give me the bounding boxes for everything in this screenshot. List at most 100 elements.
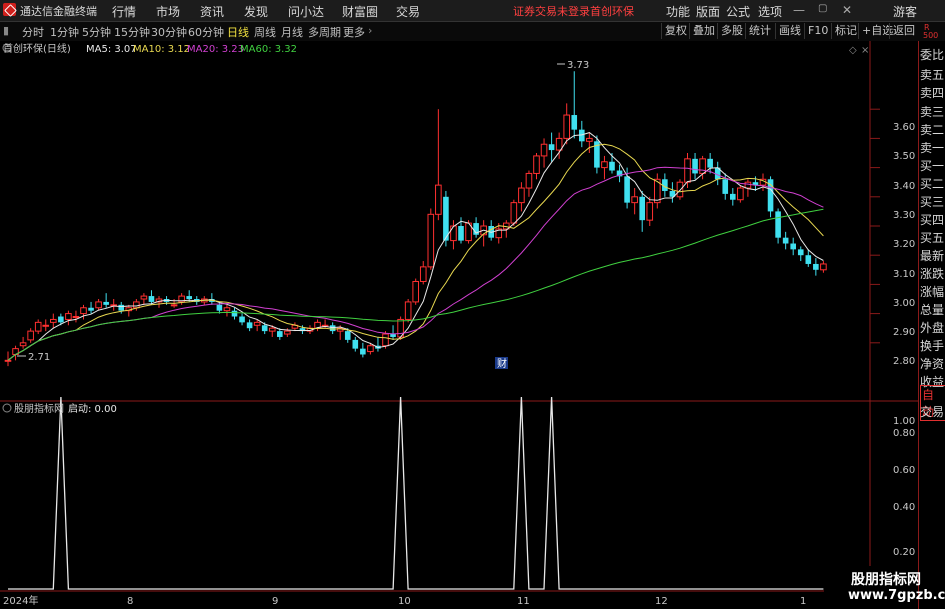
- candle-body[interactable]: [692, 158, 698, 174]
- toolbar-huaxian[interactable]: 画线: [775, 23, 804, 39]
- sidebar-item-mai4[interactable]: 卖四: [920, 84, 944, 101]
- candle-body[interactable]: [118, 304, 125, 311]
- candle-body[interactable]: [737, 187, 744, 201]
- menu-item-faxian[interactable]: 发现: [244, 3, 268, 20]
- candle-body[interactable]: [148, 296, 155, 302]
- sidebar-item-volume[interactable]: 总量: [920, 301, 944, 318]
- menu-item-gongneng[interactable]: 功能: [666, 3, 690, 20]
- candle-body[interactable]: [820, 263, 827, 271]
- sidebar-item-net-asset[interactable]: 净资: [920, 355, 944, 372]
- period-tab-1min[interactable]: 1分钟: [50, 24, 79, 40]
- toolbar-f10[interactable]: F10: [804, 23, 831, 39]
- dropdown-icon[interactable]: ▮: [3, 24, 9, 37]
- period-tab-fenshi[interactable]: 分时: [22, 24, 44, 40]
- sidebar-item-weibi[interactable]: 委比: [920, 46, 944, 63]
- candle-body[interactable]: [510, 202, 518, 224]
- sidebar-item-buy4[interactable]: 买四: [920, 211, 944, 228]
- candle-body[interactable]: [518, 187, 525, 204]
- period-tab-multi[interactable]: 多周期: [308, 24, 341, 40]
- menu-item-gongshi[interactable]: 公式: [726, 3, 750, 20]
- period-tab-60min[interactable]: 60分钟: [188, 24, 224, 40]
- candle-body[interactable]: [404, 301, 412, 320]
- candle-body[interactable]: [646, 202, 654, 221]
- menu-item-wenxiaoda[interactable]: 问小达: [288, 3, 324, 20]
- candle-body[interactable]: [390, 334, 396, 337]
- candle-body[interactable]: [268, 327, 276, 332]
- candle-body[interactable]: [563, 114, 571, 139]
- candle-body[interactable]: [88, 307, 94, 311]
- candle-body[interactable]: [253, 321, 261, 326]
- candle-body[interactable]: [805, 255, 812, 264]
- candle-body[interactable]: [609, 161, 615, 171]
- sidebar-item-buy1[interactable]: 买一: [920, 157, 944, 174]
- candle-body[interactable]: [4, 359, 12, 362]
- candle-body[interactable]: [707, 158, 713, 168]
- candle-body[interactable]: [186, 296, 192, 299]
- candle-body[interactable]: [352, 339, 359, 349]
- candle-body[interactable]: [133, 301, 140, 309]
- close-icon[interactable]: ✕: [842, 3, 852, 17]
- period-tab-monthly[interactable]: 月线: [281, 24, 303, 40]
- candle-body[interactable]: [80, 307, 87, 315]
- candle-body[interactable]: [684, 158, 691, 183]
- menu-item-shichang[interactable]: 市场: [156, 3, 180, 20]
- candle-body[interactable]: [103, 301, 109, 305]
- toolbar-tongji[interactable]: 统计: [745, 23, 774, 39]
- candle-body[interactable]: [216, 304, 223, 311]
- period-tab-daily[interactable]: 日线: [227, 24, 249, 40]
- candle-body[interactable]: [435, 184, 442, 215]
- candle-body[interactable]: [95, 301, 102, 309]
- candle-body[interactable]: [555, 137, 563, 151]
- toolbar-fuquan[interactable]: 复权: [661, 23, 690, 39]
- period-tab-weekly[interactable]: 周线: [254, 24, 276, 40]
- candle-body[interactable]: [50, 318, 57, 323]
- candle-body[interactable]: [676, 181, 684, 198]
- candle-body[interactable]: [58, 316, 64, 323]
- candle-body[interactable]: [367, 345, 374, 353]
- sidebar-item-buy5[interactable]: 买五: [920, 229, 944, 246]
- minimize-icon[interactable]: —: [793, 3, 805, 17]
- candle-body[interactable]: [231, 310, 238, 317]
- sidebar-item-turnover[interactable]: 换手: [920, 337, 944, 354]
- candle-body[interactable]: [27, 330, 34, 341]
- candle-body[interactable]: [284, 330, 291, 335]
- candle-body[interactable]: [744, 181, 752, 189]
- candle-body[interactable]: [601, 161, 608, 169]
- candle-body[interactable]: [277, 331, 283, 337]
- sidebar-item-mai3[interactable]: 卖三: [920, 103, 944, 120]
- candle-body[interactable]: [730, 193, 736, 200]
- candle-body[interactable]: [797, 249, 804, 256]
- period-tab-more[interactable]: 更多: [343, 24, 365, 40]
- diamond-icon[interactable]: ◇: [849, 45, 857, 56]
- candle-body[interactable]: [631, 196, 638, 204]
- candle-body[interactable]: [170, 304, 178, 307]
- candle-body[interactable]: [382, 333, 389, 347]
- menu-item-hangqing[interactable]: 行情: [112, 3, 136, 20]
- user-label[interactable]: 游客: [893, 3, 917, 20]
- candle-body[interactable]: [140, 295, 148, 300]
- candle-body[interactable]: [813, 263, 819, 270]
- candle-body[interactable]: [419, 266, 427, 282]
- chevron-right-icon[interactable]: ›: [368, 24, 372, 37]
- candle-body[interactable]: [540, 143, 548, 157]
- candle-body[interactable]: [624, 176, 630, 203]
- candle-body[interactable]: [239, 316, 245, 323]
- candle-body[interactable]: [65, 313, 72, 320]
- candle-body[interactable]: [261, 325, 268, 332]
- candle-body[interactable]: [775, 211, 781, 238]
- candle-body[interactable]: [639, 196, 645, 221]
- candle-body[interactable]: [34, 321, 42, 332]
- candle-body[interactable]: [360, 348, 366, 355]
- candle-body[interactable]: [533, 155, 540, 174]
- candle-body[interactable]: [790, 243, 796, 250]
- candle-body[interactable]: [699, 158, 706, 174]
- sidebar-item-buy3[interactable]: 买三: [920, 193, 944, 210]
- sidebar-item-mai2[interactable]: 卖二: [920, 121, 944, 138]
- kline-chart[interactable]: 首创环保(日线) MA5: 3.07 MA10: 3.12 MA20: 3.23…: [0, 41, 918, 609]
- candle-body[interactable]: [427, 213, 435, 268]
- candle-body[interactable]: [722, 179, 729, 194]
- candle-body[interactable]: [586, 137, 593, 142]
- trade-login-notice[interactable]: 证券交易未登录: [513, 3, 590, 19]
- menu-item-xuanxiang[interactable]: 选项: [758, 3, 782, 20]
- period-tab-5min[interactable]: 5分钟: [82, 24, 111, 40]
